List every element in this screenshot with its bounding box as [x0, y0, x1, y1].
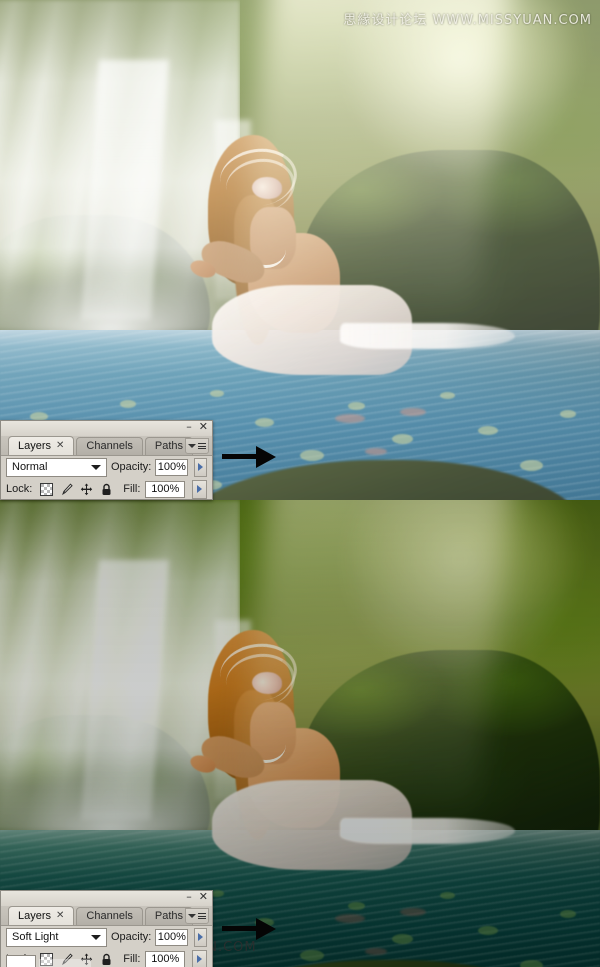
blend-mode-value: Soft Light [12, 931, 59, 943]
fill-label: Fill: [123, 953, 141, 965]
tab-label: Layers [18, 910, 52, 922]
hamburger-icon [198, 913, 206, 919]
blend-mode-value: Normal [12, 461, 48, 473]
blend-mode-select[interactable]: Soft Light [6, 927, 107, 947]
opacity-label: Opacity: [110, 461, 152, 473]
layer-name-peek [39, 959, 91, 967]
opacity-slider-button[interactable] [194, 457, 207, 477]
lock-transparent-pixels-icon[interactable] [40, 482, 54, 496]
close-icon[interactable]: ✕ [199, 421, 208, 432]
panel-titlebar: – ✕ [1, 891, 212, 906]
panel-tabs: Layers ✕ Channels Paths [1, 906, 212, 926]
screenshot-root: 思緣设计论坛 WWW.MISSYUAN.COM – ✕ Layers ✕ Cha… [0, 0, 600, 967]
panel-menu-icon[interactable] [185, 908, 209, 924]
triangle-right-icon [198, 933, 204, 941]
opacity-input[interactable]: 100% [155, 458, 189, 476]
annotation-arrow-top [222, 446, 280, 468]
tab-label: Channels [86, 910, 133, 922]
layers-panel-before[interactable]: – ✕ Layers ✕ Channels Paths Normal Opaci… [0, 420, 213, 500]
window-buttons: – ✕ [186, 891, 208, 902]
annotation-arrow-bottom [222, 918, 280, 940]
triangle-right-icon [197, 955, 203, 963]
panel-menu-icon[interactable] [185, 438, 209, 454]
tab-close-icon[interactable]: ✕ [56, 437, 64, 455]
window-buttons: – ✕ [186, 421, 208, 432]
watermark-top: 思緣设计论坛 WWW.MISSYUAN.COM [343, 13, 592, 28]
lock-icon-group [40, 482, 113, 496]
tab-channels[interactable]: Channels [76, 437, 143, 455]
chevron-down-icon [90, 934, 101, 940]
hamburger-icon [198, 443, 206, 449]
lock-label: Lock: [6, 483, 33, 495]
tab-layers[interactable]: Layers ✕ [8, 436, 75, 455]
fill-input[interactable]: 100% [145, 480, 186, 498]
lock-all-icon[interactable] [100, 483, 113, 496]
chevron-down-icon [188, 444, 196, 448]
chevron-down-icon [90, 464, 101, 470]
lock-position-icon[interactable] [80, 483, 93, 496]
fill-slider-button[interactable] [192, 949, 207, 967]
arrow-head-icon [256, 446, 276, 468]
opacity-input[interactable]: 100% [155, 928, 189, 946]
close-icon[interactable]: ✕ [199, 891, 208, 902]
opacity-label: Opacity: [110, 931, 152, 943]
tab-label: Layers [18, 440, 52, 452]
fill-label: Fill: [123, 483, 141, 495]
layer-thumbnail-peek[interactable] [6, 955, 36, 967]
fill-input[interactable]: 100% [145, 950, 186, 967]
arrow-shaft [222, 926, 260, 931]
fill-slider-button[interactable] [192, 479, 207, 499]
tab-label: Paths [154, 440, 184, 452]
panel-titlebar: – ✕ [1, 421, 212, 436]
chevron-down-icon [188, 914, 196, 918]
arrow-head-icon [256, 918, 276, 940]
lock-all-icon[interactable] [100, 953, 113, 966]
blend-opacity-row: Normal Opacity: 100% [1, 456, 212, 478]
tab-channels[interactable]: Channels [76, 907, 143, 925]
lock-row: Lock: [1, 478, 212, 500]
panel-tabs: Layers ✕ Channels Paths [1, 436, 212, 456]
blend-mode-select[interactable]: Normal [6, 457, 107, 477]
arrow-shaft [222, 454, 260, 459]
tab-label: Channels [86, 440, 133, 452]
lock-image-pixels-icon[interactable] [60, 482, 74, 496]
opacity-slider-button[interactable] [194, 927, 207, 947]
triangle-right-icon [198, 463, 204, 471]
tab-layers[interactable]: Layers ✕ [8, 906, 75, 925]
minimize-icon[interactable]: – [186, 421, 192, 432]
minimize-icon[interactable]: – [186, 891, 192, 902]
blend-opacity-row: Soft Light Opacity: 100% [1, 926, 212, 948]
tab-close-icon[interactable]: ✕ [56, 907, 64, 925]
triangle-right-icon [197, 485, 203, 493]
layers-panel-after[interactable]: – ✕ Layers ✕ Channels Paths Soft Light O… [0, 890, 213, 967]
tab-label: Paths [154, 910, 184, 922]
